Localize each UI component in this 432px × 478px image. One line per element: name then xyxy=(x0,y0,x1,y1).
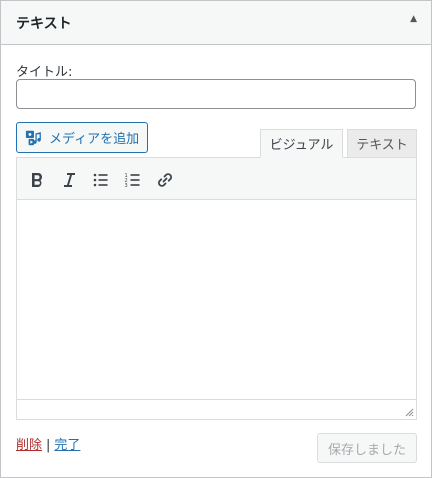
text-widget: テキスト ▲ タイトル: メディアを追加 ビジュアル テキスト 1 2 3 削除… xyxy=(0,0,432,478)
numbered-list-icon: 1 2 3 xyxy=(125,173,140,189)
resize-handle-icon[interactable] xyxy=(404,407,414,417)
bold-icon xyxy=(32,173,42,187)
title-input[interactable] xyxy=(16,79,416,109)
tab-visual[interactable]: ビジュアル xyxy=(260,129,343,158)
tab-text[interactable]: テキスト xyxy=(347,129,417,158)
bulleted-list-button[interactable] xyxy=(87,166,115,194)
link-button[interactable] xyxy=(151,166,179,194)
widget-actions: 削除 | 完了 xyxy=(16,434,80,453)
save-button[interactable]: 保存しました xyxy=(317,433,417,463)
add-media-label: メディアを追加 xyxy=(49,132,140,147)
editor-content-area[interactable] xyxy=(17,201,416,399)
editor-statusbar xyxy=(17,399,416,419)
done-link[interactable]: 完了 xyxy=(54,438,80,453)
italic-icon xyxy=(64,173,75,187)
widget-title: テキスト xyxy=(16,16,72,32)
arrow-up-icon[interactable]: ▲ xyxy=(410,14,417,24)
delete-link[interactable]: 削除 xyxy=(16,438,42,453)
numbered-list-button[interactable]: 1 2 3 xyxy=(119,166,147,194)
rich-text-editor: 1 2 3 xyxy=(16,157,417,420)
link-icon xyxy=(158,173,172,187)
title-label: タイトル: xyxy=(16,65,73,80)
separator: | xyxy=(46,438,51,453)
svg-text:3: 3 xyxy=(125,183,128,189)
editor-toolbar: 1 2 3 xyxy=(17,158,416,200)
bold-button[interactable] xyxy=(23,166,51,194)
add-media-button[interactable]: メディアを追加 xyxy=(16,122,148,153)
bulleted-list-icon xyxy=(93,173,108,187)
media-icon xyxy=(25,130,41,145)
widget-header[interactable]: テキスト ▲ xyxy=(1,1,431,45)
italic-button[interactable] xyxy=(55,166,83,194)
